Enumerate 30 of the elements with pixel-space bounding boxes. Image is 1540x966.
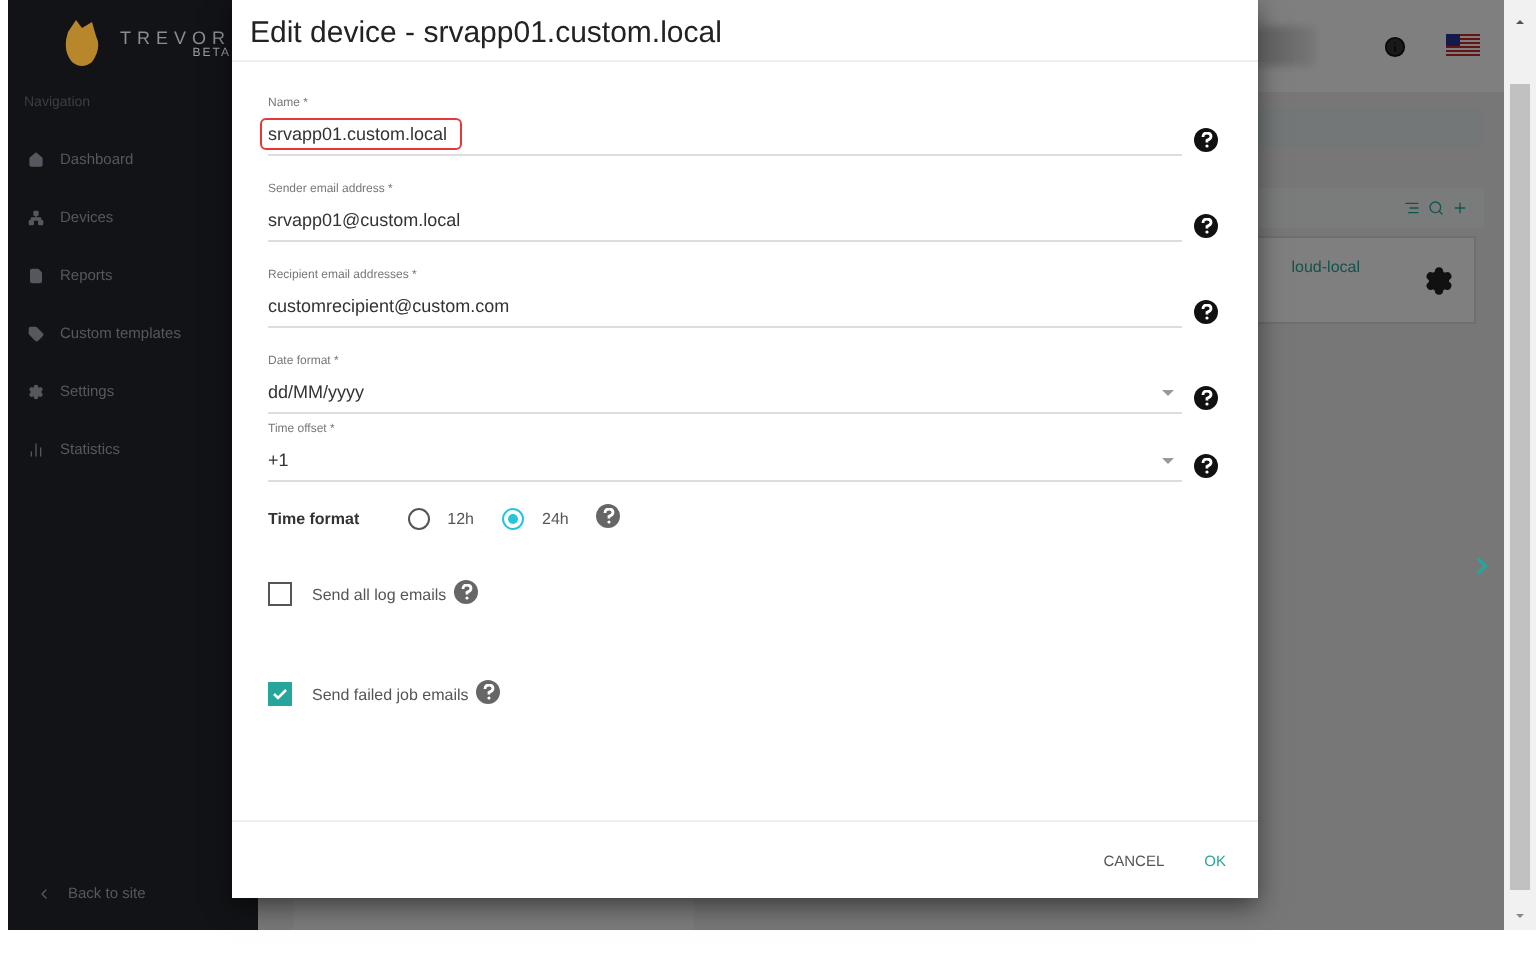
flag-icon[interactable] — [1446, 34, 1480, 58]
radio-option[interactable]: 12h — [407, 507, 474, 529]
checkbox-label: Send failed job emails — [312, 685, 469, 703]
info-icon[interactable] — [1384, 35, 1406, 57]
scrollbar[interactable] — [1504, 0, 1536, 930]
help-icon[interactable] — [1194, 128, 1218, 152]
help-icon[interactable] — [1194, 300, 1218, 324]
chevron-left-icon — [36, 885, 52, 901]
help-icon[interactable] — [1194, 386, 1218, 410]
settings-icon[interactable] — [1424, 265, 1454, 295]
checkbox[interactable] — [268, 582, 292, 606]
caret-icon — [1162, 457, 1174, 463]
check-icon — [272, 688, 288, 700]
bar-chart-icon — [28, 441, 44, 457]
help-icon[interactable] — [1194, 454, 1218, 478]
time-format-label: Time format — [268, 509, 360, 527]
checkbox[interactable] — [268, 682, 292, 706]
checkbox-label: Send all log emails — [312, 585, 447, 603]
document-icon — [28, 267, 44, 283]
help-icon[interactable] — [1194, 214, 1218, 238]
gear-icon — [28, 383, 44, 399]
logo-icon — [60, 20, 104, 68]
device-name: loud-local — [1291, 257, 1360, 275]
dialog-title: Edit device - srvapp01.custom.local — [232, 0, 1258, 62]
radio-option[interactable]: 24h — [502, 507, 569, 529]
tag-icon — [28, 325, 44, 341]
network-icon — [28, 209, 44, 225]
caret-icon — [1162, 389, 1174, 395]
logo-text: TREVOR — [120, 28, 232, 48]
home-icon — [28, 151, 44, 167]
